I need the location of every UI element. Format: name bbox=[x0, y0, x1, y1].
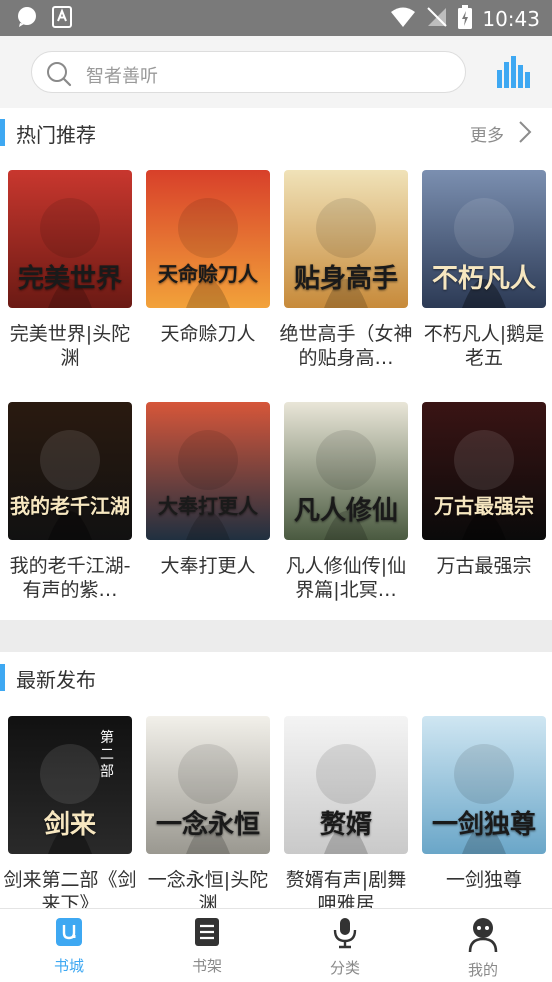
tab-label: 分类 bbox=[329, 959, 360, 977]
book-cover-image[interactable]: 完美世界 bbox=[8, 170, 132, 308]
battery-icon bbox=[458, 5, 473, 33]
cover-title-text: 天命赊刀人 bbox=[158, 262, 258, 286]
profile-icon bbox=[468, 917, 498, 957]
book-cover-image[interactable]: 我的老千江湖 bbox=[8, 402, 132, 540]
book-cover-image[interactable]: 大奉打更人 bbox=[146, 402, 270, 540]
tab-bookstore[interactable]: 书城 bbox=[0, 909, 138, 982]
cover-title-text: 我的老千江湖 bbox=[10, 494, 130, 518]
book-title: 不朽凡人|鹅是老五 bbox=[423, 323, 545, 369]
book-title: 我的老千江湖-有声的紫… bbox=[9, 555, 131, 601]
bar-chart-icon bbox=[497, 56, 530, 88]
book-title: 凡人修仙传|仙界篇|北冥… bbox=[285, 555, 407, 601]
wifi-icon bbox=[390, 6, 416, 32]
section-divider bbox=[0, 620, 552, 652]
no-signal-icon bbox=[426, 6, 448, 32]
hot-section-title: 热门推荐 bbox=[16, 123, 96, 147]
book-cover-image[interactable]: 不朽凡人 bbox=[422, 170, 546, 308]
book-cover-image[interactable]: 天命赊刀人 bbox=[146, 170, 270, 308]
book-title: 绝世高手（女神的贴身高… bbox=[279, 323, 413, 369]
book-cover-image[interactable]: 一剑独尊 bbox=[422, 716, 546, 854]
search-input[interactable]: 智者善听 bbox=[31, 51, 466, 93]
book-cover-image[interactable]: 赘婿 bbox=[284, 716, 408, 854]
cover-title-text: 一念永恒 bbox=[155, 810, 260, 840]
cover-title-text: 剑来 bbox=[43, 810, 96, 840]
book-cover-image[interactable]: 万古最强宗 bbox=[422, 402, 546, 540]
tab-category[interactable]: 分类 bbox=[276, 909, 414, 982]
cover-title-text: 贴身高手 bbox=[293, 264, 398, 294]
tab-bookshelf[interactable]: 书架 bbox=[138, 909, 276, 982]
bookstore-icon bbox=[55, 917, 83, 951]
cover-title-text: 凡人修仙 bbox=[293, 496, 398, 526]
search-placeholder: 智者善听 bbox=[86, 66, 158, 87]
bottom-tab-bar: 书城 书架 分类 我的 bbox=[0, 908, 552, 981]
a-badge-icon bbox=[52, 6, 72, 32]
book-title: 万古最强宗 bbox=[436, 555, 532, 577]
bookshelf-icon bbox=[194, 917, 220, 951]
cover-title-text: 万古最强宗 bbox=[434, 494, 534, 518]
hot-section-header: 热门推荐 更多 bbox=[0, 108, 552, 158]
more-link[interactable]: 更多 bbox=[470, 121, 504, 146]
search-icon bbox=[46, 61, 72, 91]
cover-title-text: 大奉打更人 bbox=[158, 494, 258, 518]
status-bar: 10:43 bbox=[0, 0, 552, 36]
tab-label: 书架 bbox=[191, 957, 222, 975]
chat-bubble-icon bbox=[16, 6, 38, 32]
top-header: 智者善听 bbox=[0, 36, 552, 108]
book-title: 天命赊刀人 bbox=[160, 323, 256, 345]
book-cover-image[interactable]: 一念永恒 bbox=[146, 716, 270, 854]
chevron-right-icon[interactable] bbox=[518, 120, 532, 148]
tab-label: 书城 bbox=[53, 957, 84, 975]
section-accent-bar bbox=[0, 664, 5, 691]
latest-section-header: 最新发布 bbox=[0, 653, 552, 703]
book-title: 完美世界|头陀渊 bbox=[9, 323, 131, 369]
cover-title-text: 不朽凡人 bbox=[431, 264, 536, 294]
section-accent-bar bbox=[0, 119, 5, 146]
clock-time: 10:43 bbox=[482, 7, 540, 31]
cover-subtitle-text: 第二部 bbox=[100, 730, 114, 780]
microphone-icon bbox=[332, 917, 358, 953]
cover-title-text: 赘婿 bbox=[319, 810, 372, 840]
cover-title-text: 一剑独尊 bbox=[431, 810, 536, 840]
ranking-chart-button[interactable] bbox=[495, 56, 531, 88]
book-cover-image[interactable]: 贴身高手 bbox=[284, 170, 408, 308]
cover-title-text: 完美世界 bbox=[17, 264, 122, 294]
tab-profile[interactable]: 我的 bbox=[414, 909, 552, 982]
book-title: 大奉打更人 bbox=[160, 555, 256, 577]
book-cover-image[interactable]: 凡人修仙 bbox=[284, 402, 408, 540]
book-cover-image[interactable]: 剑来 第二部 bbox=[8, 716, 132, 854]
tab-label: 我的 bbox=[467, 961, 498, 979]
latest-section-title: 最新发布 bbox=[16, 668, 96, 692]
